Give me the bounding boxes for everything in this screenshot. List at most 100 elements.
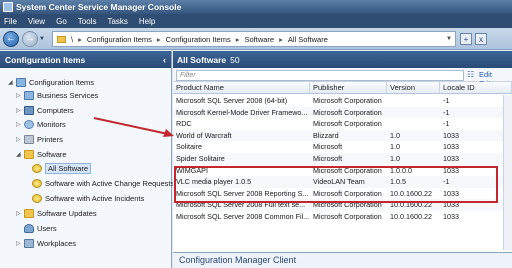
breadcrumb-item[interactable]: Software — [244, 35, 274, 44]
printer-icon — [24, 134, 34, 144]
cell-locale-id: -1 — [443, 96, 450, 105]
breadcrumb-separator-icon: ▸ — [279, 34, 283, 44]
cell-publisher: Microsoft — [313, 154, 343, 163]
filter-icon[interactable]: ☷ — [467, 70, 475, 79]
back-button[interactable]: ← — [3, 30, 19, 47]
tree-item-configuration-items[interactable]: ◢ Configuration Items — [8, 76, 94, 88]
breadcrumb-item[interactable]: Configuration Items — [87, 35, 152, 44]
collapse-icon[interactable]: ‹ — [163, 55, 166, 65]
tree-item-label: Monitors — [37, 119, 66, 129]
filter-input[interactable]: Filter — [176, 70, 464, 81]
tree-item-label: Software with Active Incidents — [45, 193, 145, 203]
column-header-publisher[interactable]: Publisher — [310, 82, 387, 94]
tree-item-computers[interactable]: ▷ Computers — [16, 104, 74, 116]
folder-icon — [24, 149, 34, 159]
user-icon — [24, 223, 34, 233]
forward-button[interactable]: → — [22, 30, 38, 47]
software-icon — [32, 163, 42, 173]
menu-tasks[interactable]: Tasks — [107, 17, 127, 26]
results-count: 50 — [230, 54, 240, 65]
tree-item-software-active-change-requests[interactable]: Software with Active Change Requests — [32, 177, 174, 189]
navigation-bar: ← → ▼ \ ▸ Configuration Items ▸ Configur… — [0, 28, 512, 50]
history-dropdown-icon[interactable]: ▼ — [39, 36, 45, 42]
filter-bar: Filter ☷ Edit Criter — [173, 68, 512, 88]
tree-item-software[interactable]: ◢ Software — [16, 148, 67, 160]
software-icon — [32, 193, 42, 203]
cell-product-name: World of Warcraft — [176, 130, 232, 140]
cell-publisher: Blizzard — [313, 130, 339, 140]
collapsed-triangle-icon[interactable]: ▷ — [16, 136, 24, 143]
close-tab-button[interactable]: x — [475, 33, 487, 45]
tree-item-label: Business Services — [37, 90, 99, 100]
collapsed-triangle-icon[interactable]: ▷ — [16, 121, 24, 128]
expanded-triangle-icon[interactable]: ◢ — [16, 151, 24, 158]
details-pane: Configuration Manager Client — [173, 252, 512, 268]
business-service-icon — [24, 90, 34, 100]
breadcrumb-folder-icon — [57, 35, 66, 43]
cell-version: 1.0 — [390, 142, 400, 152]
tree-item-all-software[interactable]: All Software — [32, 162, 92, 174]
breadcrumb[interactable]: \ ▸ Configuration Items ▸ Configuration … — [52, 31, 456, 47]
breadcrumb-separator-icon: ▸ — [156, 34, 161, 44]
collapsed-triangle-icon[interactable]: ▷ — [16, 240, 24, 247]
cell-locale-id: 1033 — [443, 212, 459, 221]
cell-locale-id: 1033 — [443, 142, 459, 152]
column-header-product-name[interactable]: Product Name — [173, 82, 310, 94]
cell-product-name: Microsoft Kernel-Mode Driver Framewo... — [176, 107, 308, 117]
table-row[interactable]: Spider Solitaire Microsoft 1.0 1033 — [173, 153, 512, 165]
tree-item-business-services[interactable]: ▷ Business Services — [16, 89, 98, 101]
tree-item-software-updates[interactable]: ▷ Software Updates — [16, 207, 97, 219]
chevron-down-icon[interactable]: ▼ — [446, 36, 452, 42]
table-row[interactable]: World of Warcraft Blizzard 1.0 1033 — [173, 129, 512, 142]
collapsed-triangle-icon[interactable]: ▷ — [16, 107, 24, 114]
tree-item-users[interactable]: Users — [24, 222, 57, 234]
cell-publisher: Microsoft — [313, 142, 343, 152]
table-row[interactable]: Solitaire Microsoft 1.0 1033 — [173, 141, 512, 153]
tree-item-label: Computers — [37, 105, 74, 115]
navigation-pane-title: Configuration Items — [5, 54, 86, 65]
breadcrumb-root[interactable]: \ — [71, 35, 73, 44]
table-row[interactable]: RDC Microsoft Corporation -1 — [173, 118, 512, 130]
tree-item-label: Printers — [37, 134, 63, 144]
tree-item-workplaces[interactable]: ▷ Workplaces — [16, 237, 76, 249]
cell-locale-id: -1 — [443, 107, 450, 117]
column-header-locale-id[interactable]: Locale ID — [440, 82, 512, 94]
breadcrumb-separator-icon: ▸ — [235, 34, 240, 44]
expanded-triangle-icon[interactable]: ◢ — [8, 79, 16, 86]
breadcrumb-item[interactable]: All Software — [288, 35, 328, 44]
ci-icon — [16, 77, 26, 87]
tree-item-label: Workplaces — [37, 238, 77, 248]
menu-tools[interactable]: Tools — [78, 17, 97, 26]
menu-view[interactable]: View — [28, 17, 45, 26]
menu-file[interactable]: File — [4, 17, 17, 26]
tree-item-label: Software Updates — [37, 208, 97, 218]
tree-item-printers[interactable]: ▷ Printers — [16, 133, 63, 145]
table-row[interactable]: Microsoft SQL Server 2008 (64-bit) Micros… — [173, 95, 512, 107]
cell-publisher: Microsoft Corporation — [313, 107, 382, 117]
cell-version: 1.0 — [390, 130, 400, 140]
annotation-highlight-box — [174, 166, 498, 203]
details-pane-title: Configuration Manager Client — [179, 255, 297, 265]
menu-help[interactable]: Help — [139, 17, 155, 26]
tree-item-software-active-incidents[interactable]: Software with Active Incidents — [32, 192, 144, 204]
breadcrumb-item[interactable]: Configuration Items — [166, 35, 231, 44]
results-title: All Software — [177, 54, 227, 65]
tree-item-monitors[interactable]: ▷ Monitors — [16, 118, 66, 130]
cell-publisher: Microsoft Corporation — [313, 96, 382, 105]
collapsed-triangle-icon[interactable]: ▷ — [16, 92, 24, 99]
column-header-version[interactable]: Version — [387, 82, 440, 94]
table-row[interactable]: Microsoft Kernel-Mode Driver Framewo... M… — [173, 106, 512, 119]
collapsed-triangle-icon[interactable]: ▷ — [16, 210, 24, 217]
menu-go[interactable]: Go — [56, 17, 67, 26]
table-row[interactable]: Microsoft SQL Server 2008 Common Fil... M… — [173, 211, 512, 223]
window-title: System Center Service Manager Console — [16, 2, 182, 12]
cell-product-name: Solitaire — [176, 142, 202, 152]
cell-product-name: Spider Solitaire — [176, 154, 225, 163]
cell-product-name: Microsoft SQL Server 2008 (64-bit) — [176, 96, 288, 105]
cell-product-name: RDC — [176, 119, 192, 129]
title-bar: System Center Service Manager Console — [0, 0, 512, 14]
add-tab-button[interactable]: + — [460, 33, 472, 45]
vertical-scrollbar[interactable] — [503, 95, 512, 250]
navigation-pane-header: Configuration Items ‹ — [0, 51, 171, 68]
folder-icon — [24, 208, 34, 218]
